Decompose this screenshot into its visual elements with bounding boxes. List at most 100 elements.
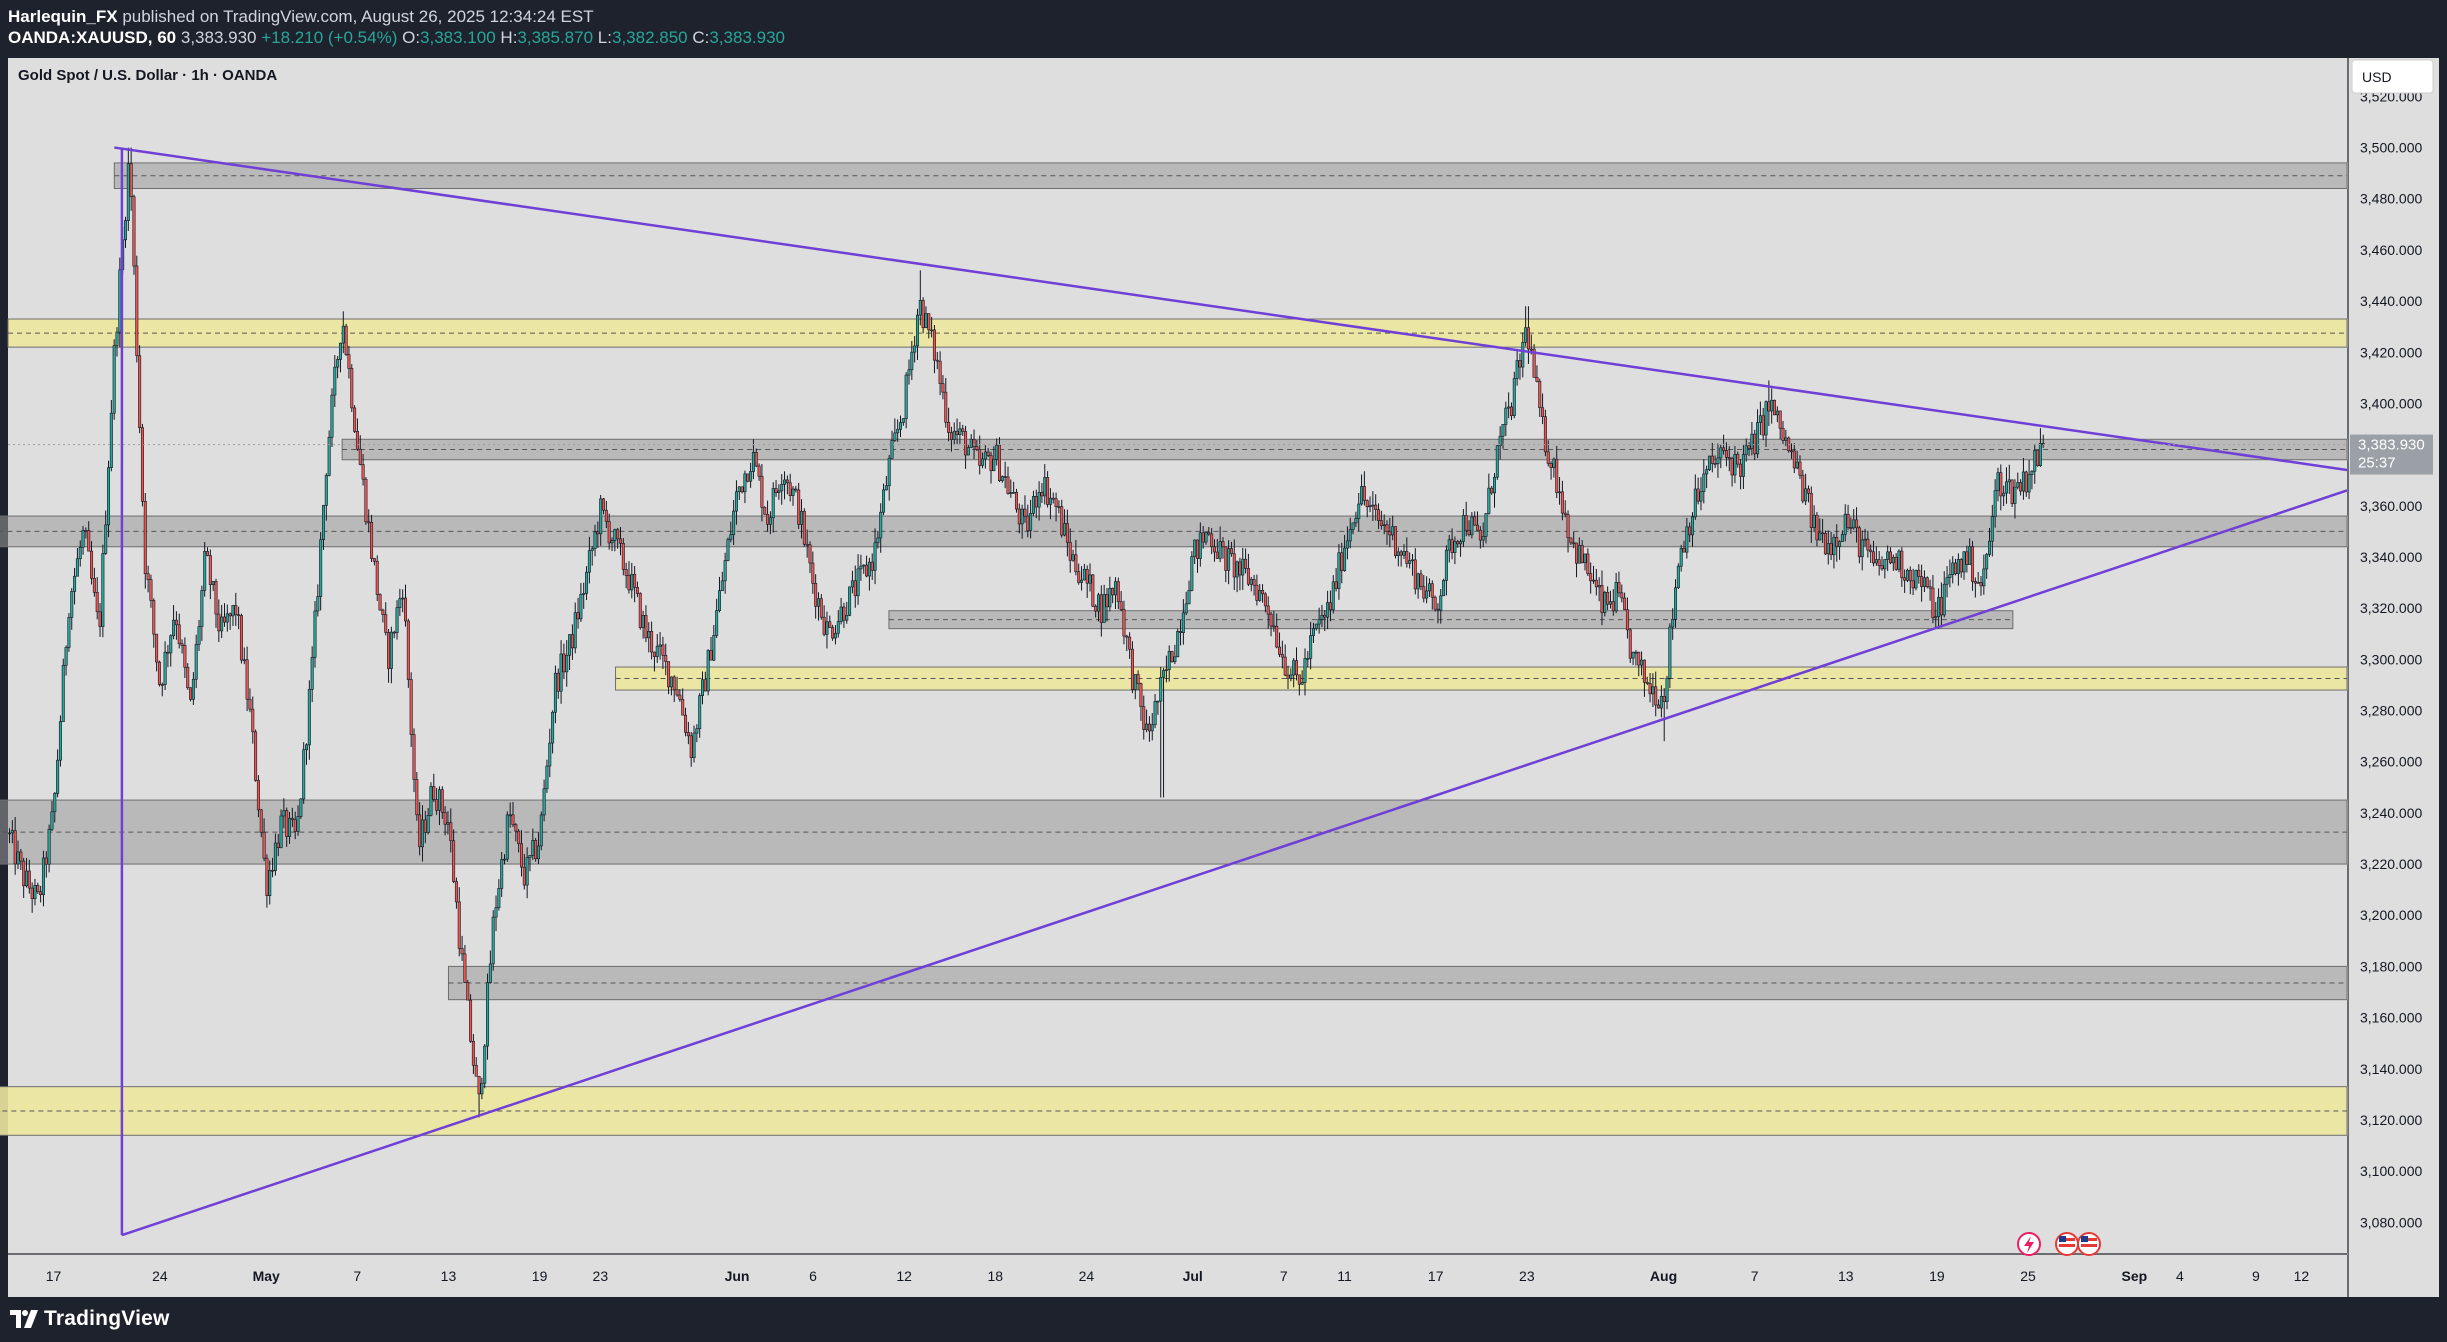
candle-body: [321, 505, 325, 540]
candle: [1773, 399, 1777, 416]
candle: [1628, 628, 1632, 663]
candle-body: [16, 851, 20, 865]
us-flag-icon[interactable]: [2077, 1232, 2101, 1256]
candle-body: [1798, 461, 1802, 476]
candle-body: [367, 521, 371, 524]
candle: [848, 586, 852, 617]
candle-body: [95, 592, 99, 613]
candle-body: [811, 562, 815, 584]
candle-body: [1102, 594, 1106, 623]
lightning-event-icon[interactable]: [2017, 1232, 2041, 1256]
candle-body: [887, 457, 891, 487]
candle-body: [859, 565, 863, 570]
candle-body: [932, 329, 936, 361]
candle-body: [104, 524, 108, 554]
candle-body: [848, 586, 852, 616]
candle-body: [1849, 527, 1853, 529]
candle-body: [166, 651, 170, 654]
candle-body: [460, 948, 464, 955]
candle-body: [1905, 569, 1909, 581]
candle-body: [582, 593, 586, 595]
us-flag-icon[interactable]: [2055, 1232, 2079, 1256]
events-indicators[interactable]: [2017, 1232, 2101, 1256]
candle: [1495, 445, 1499, 480]
candle-body: [819, 598, 823, 618]
candle-body: [503, 858, 507, 861]
candle-body: [33, 885, 37, 900]
symbol-label[interactable]: OANDA:XAUUSD, 60: [8, 28, 176, 47]
candle-body: [1939, 597, 1943, 616]
candle-body: [1088, 574, 1092, 584]
candle-body: [1207, 532, 1211, 535]
candle: [1176, 628, 1180, 658]
candle-body: [1244, 558, 1248, 569]
candle-body: [539, 814, 543, 847]
candle: [406, 618, 410, 688]
candle-body: [833, 632, 837, 639]
candle-body: [1920, 576, 1924, 587]
candle-body: [1442, 580, 1446, 597]
candle-body: [1360, 486, 1364, 505]
candle-body: [1985, 554, 1989, 570]
candle-body: [1546, 451, 1550, 464]
candle-body: [443, 811, 447, 825]
y-tick-label: 3,360.000: [2360, 498, 2422, 514]
candle-body: [737, 486, 741, 493]
candle-body: [1925, 577, 1929, 587]
candle-body: [715, 610, 719, 636]
currency-button[interactable]: USD: [2351, 59, 2434, 94]
author-name[interactable]: Harlequin_FX: [8, 7, 118, 26]
price-chart[interactable]: 3,080.000 3,100.000 3,120.000 3,140.000 3,16…: [0, 56, 2447, 1297]
candle-body: [723, 560, 727, 582]
tradingview-logo[interactable]: TradingView: [10, 1307, 170, 1331]
candle: [802, 508, 806, 547]
candle-body: [1490, 487, 1494, 494]
candle-body: [1569, 537, 1573, 544]
candle-body: [802, 510, 806, 545]
candle-body: [528, 855, 532, 858]
candle-body: [231, 605, 235, 617]
candle-body: [1297, 674, 1301, 685]
candle-body: [234, 605, 238, 616]
candle-body: [981, 458, 985, 466]
candle-body: [364, 478, 368, 523]
candle-body: [1317, 619, 1321, 625]
candle-body: [214, 581, 218, 615]
candle-body: [915, 314, 919, 347]
candle-body: [138, 355, 142, 429]
candle-body: [197, 626, 201, 645]
x-tick-label: 19: [1929, 1268, 1945, 1284]
candle-body: [1354, 518, 1358, 524]
candle: [1668, 623, 1672, 689]
candle-body: [1085, 569, 1089, 584]
candle-body: [194, 644, 198, 680]
candle-body: [177, 624, 181, 645]
candle-body: [361, 464, 365, 480]
candle-body: [1393, 526, 1397, 556]
candle-body: [1990, 516, 1994, 542]
candle-body: [1931, 587, 1935, 619]
candle: [101, 544, 105, 638]
candle-body: [856, 568, 860, 597]
candle-body: [692, 732, 696, 758]
candle-body: [497, 888, 501, 908]
candle-body: [1764, 401, 1768, 436]
candle-body: [1840, 534, 1844, 542]
candle-body: [140, 427, 144, 502]
candle-body: [1368, 505, 1372, 508]
candle: [1014, 488, 1018, 513]
candle-body: [850, 580, 854, 588]
candle-body: [1351, 522, 1355, 530]
candle-body: [1863, 538, 1867, 541]
candle-body: [947, 421, 951, 433]
candle: [132, 194, 136, 275]
candle-body: [248, 698, 252, 710]
candle-body: [98, 611, 102, 627]
candle-body: [2038, 443, 2042, 467]
candle-body: [160, 684, 164, 686]
candle-body: [1756, 422, 1760, 455]
candle-body: [1710, 455, 1714, 464]
candle-body: [1832, 536, 1836, 556]
candle-body: [647, 631, 651, 639]
candle-body: [1614, 582, 1618, 612]
